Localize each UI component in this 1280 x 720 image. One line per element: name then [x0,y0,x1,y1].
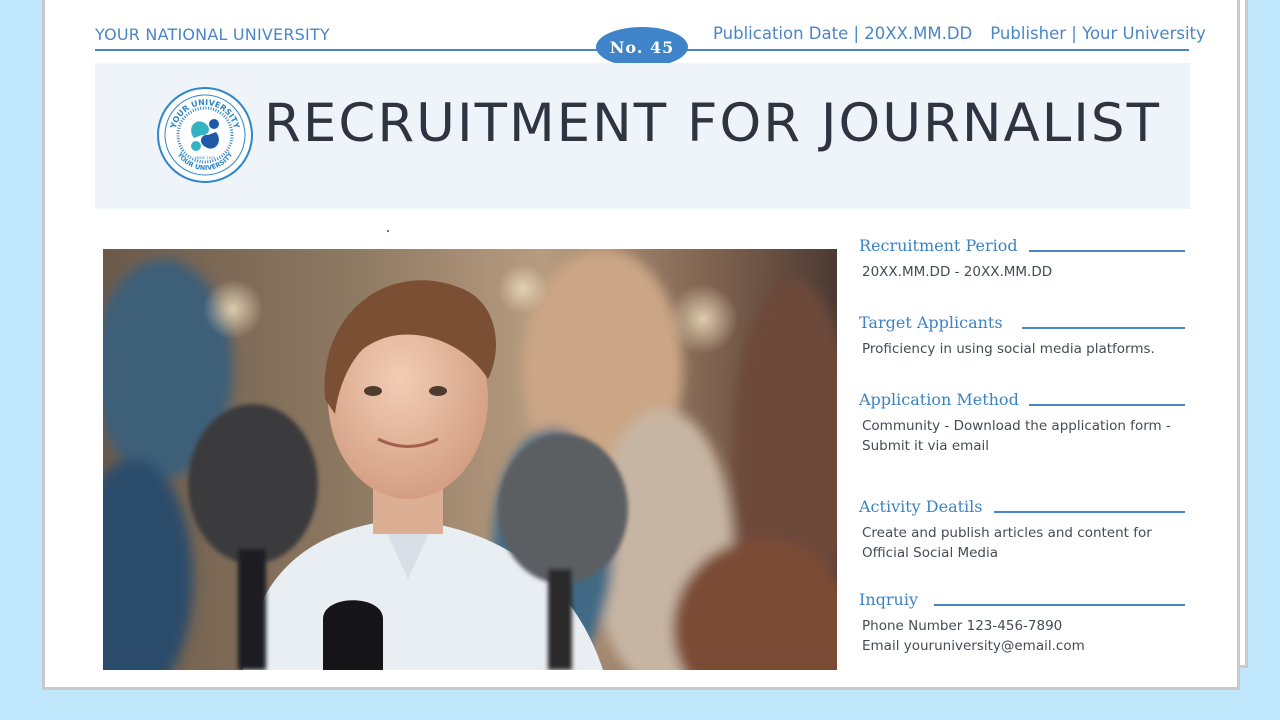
inquiry-section: Inqruiy Phone Number 123-456-7890 Email … [859,590,1185,656]
publication-date: Publication Date | 20XX.MM.DD [713,24,973,43]
section-text: Proficiency in using social media platfo… [862,341,1155,357]
publication-info: Publication Date | 20XX.MM.DD Publisher |… [713,24,1206,43]
section-title: Activity Deatils [859,497,983,516]
section-divider [1029,404,1185,406]
journalist-photo-illustration [103,249,837,670]
section-divider [994,511,1185,513]
university-name: YOUR NATIONAL UNIVERSITY [95,25,330,44]
section-title: Target Applicants [859,313,1003,332]
section-title: Recruitment Period [859,236,1018,255]
section-divider [1029,250,1185,252]
university-seal-icon: YOUR UNIVERSITY YOUR UNIVERSITY SINCE 19… [157,87,253,183]
email-address: Email youruniversity@email.com [862,638,1085,654]
recruitment-period-section: Recruitment Period 20XX.MM.DD - 20XX.MM.… [859,236,1185,282]
section-text: 20XX.MM.DD - 20XX.MM.DD [862,264,1053,280]
section-text: Create and publish articles and content … [862,525,1152,541]
application-method-section: Application Method Community - Download … [859,390,1185,456]
section-title: Inqruiy [859,590,918,609]
svg-text:SINCE 1925: SINCE 1925 [195,156,216,160]
section-text: Submit it via email [862,438,990,454]
section-divider [934,604,1185,606]
publisher: Publisher | Your University [990,24,1206,43]
section-divider [1022,327,1185,329]
section-title: Application Method [859,390,1019,409]
activity-details-section: Activity Deatils Create and publish arti… [859,497,1185,563]
issue-badge: No. 45 [596,27,688,67]
section-text: Official Social Media [862,545,999,561]
journalist-photo [103,249,837,670]
target-applicants-section: Target Applicants Proficiency in using s… [859,313,1185,359]
phone-number: Phone Number 123-456-7890 [862,618,1063,634]
section-text: Community - Download the application for… [862,418,1171,434]
decorative-dot [387,230,389,232]
page-title: RECRUITMENT FOR JOURNALIST [264,93,1161,154]
